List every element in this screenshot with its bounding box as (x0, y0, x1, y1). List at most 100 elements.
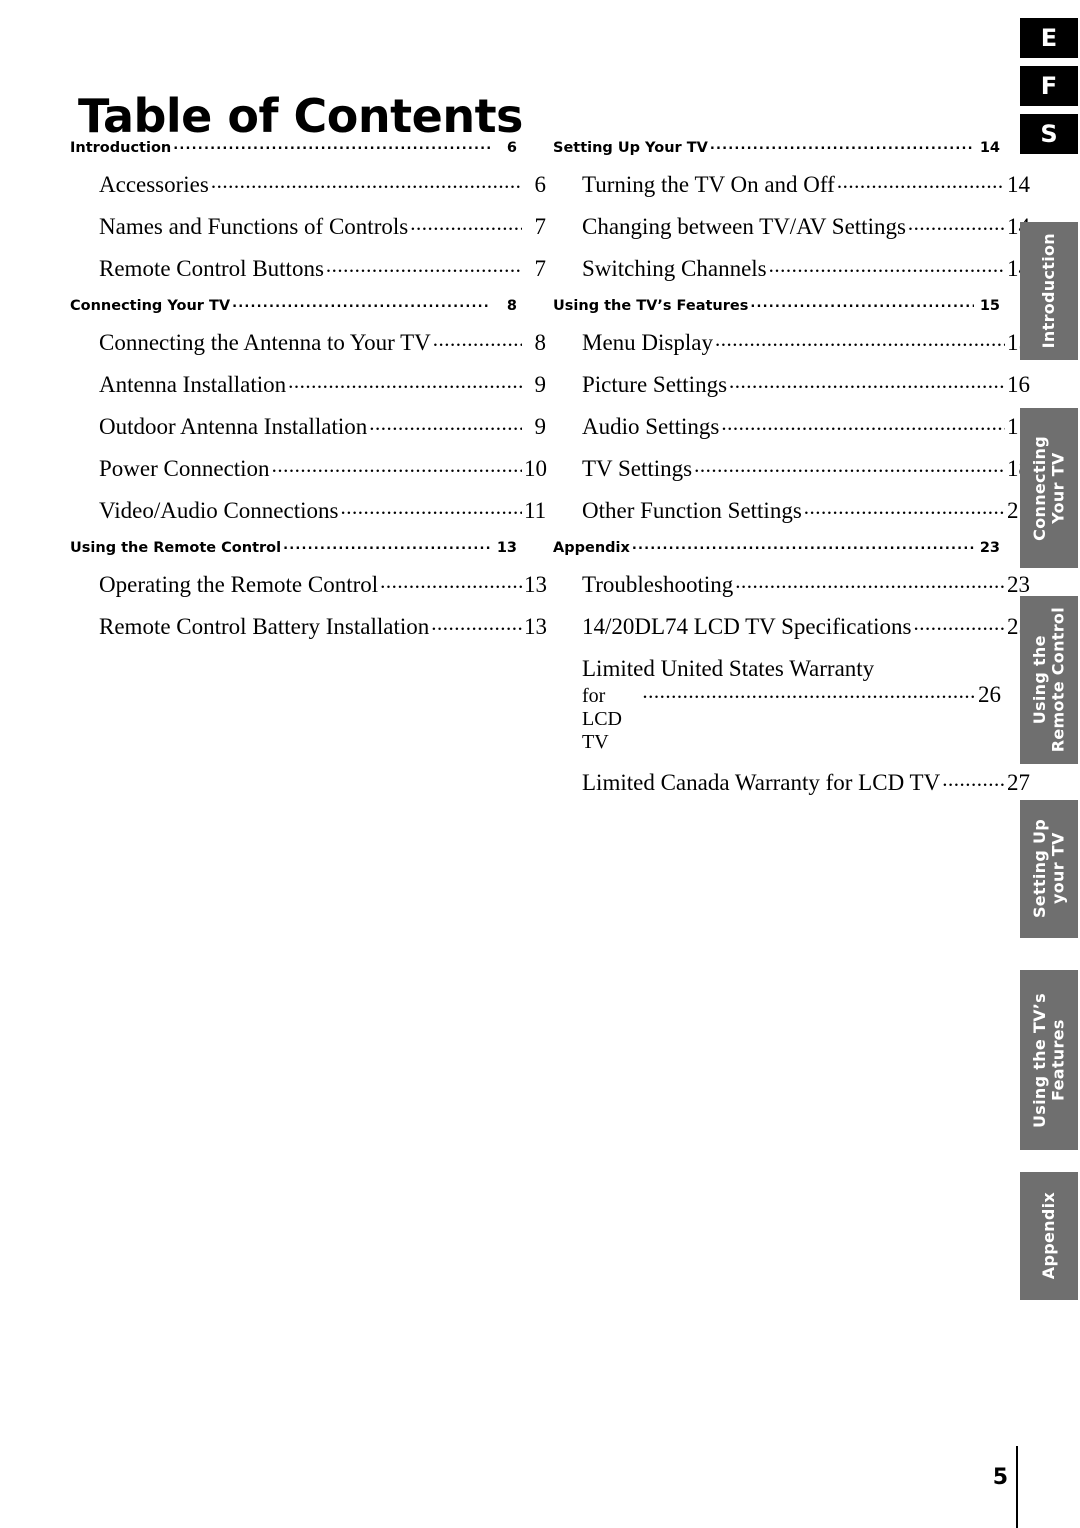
toc-leader-dots: ........................................… (836, 169, 1005, 193)
toc-entry-limited-canada-warranty[interactable]: Limited Canada Warranty for LCD TV .....… (553, 767, 1030, 796)
toc-entry-page: 8 (534, 330, 547, 355)
toc-entry-label: Other Function Settings (582, 498, 802, 523)
toc-leader-dots: ........................................… (694, 453, 1005, 477)
language-marker-e: E (1020, 18, 1078, 58)
edge-tab-using-the-tvs-features[interactable]: Using the TV’s Features (1020, 970, 1078, 1150)
toc-entry-limited-united-states-warranty[interactable]: Limited United States Warranty for LCD T… (553, 656, 1001, 754)
toc-entry-label: Troubleshooting (582, 572, 734, 597)
toc-leader-dots: ........................................… (288, 369, 522, 393)
toc-heading-appendix[interactable]: Appendix ...............................… (553, 538, 1000, 556)
toc-leader-dots: ........................................… (709, 138, 974, 153)
toc-entry-label: Video/Audio Connections (99, 498, 339, 523)
toc-leader-dots: ........................................… (380, 569, 522, 593)
toc-entry-label: Changing between TV/AV Settings (582, 214, 906, 239)
toc-heading-connecting-your-tv[interactable]: Connecting Your TV .....................… (70, 296, 517, 314)
toc-entry-page: 7 (534, 214, 547, 239)
toc-heading-setting-up-your-tv[interactable]: Setting Up Your TV .....................… (553, 138, 1000, 156)
toc-leader-dots: ........................................… (642, 679, 976, 703)
toc-column-right: Setting Up Your TV .....................… (553, 138, 1030, 796)
toc-leader-dots: ........................................… (283, 538, 491, 553)
toc-entry-video-audio-connections[interactable]: Video/Audio Connections ................… (70, 495, 547, 524)
toc-entry-page: 6 (506, 140, 517, 156)
toc-entry-label: Names and Functions of Controls (99, 214, 409, 239)
toc-entry-label: Connecting the Antenna to Your TV (99, 330, 431, 355)
toc-entry-label: Setting Up Your TV (553, 140, 708, 156)
edge-tab-using-the-remote-control[interactable]: Using the Remote Control (1020, 596, 1078, 764)
toc-entry-names-and-functions-of-controls[interactable]: Names and Functions of Controls ........… (70, 211, 547, 240)
toc-entry-page: 14 (979, 140, 1000, 156)
toc-entry-label: 14/20DL74 LCD TV Specifications (582, 614, 912, 639)
toc-leader-dots: ........................................… (907, 211, 1005, 235)
toc-heading-introduction[interactable]: Introduction ...........................… (70, 138, 517, 156)
toc-entry-menu-display[interactable]: Menu Display ...........................… (553, 327, 1030, 356)
toc-entry-lcd-tv-specifications[interactable]: 14/20DL74 LCD TV Specifications ........… (553, 611, 1030, 640)
toc-leader-dots: ........................................… (325, 253, 522, 277)
toc-entry-page: 6 (534, 172, 547, 197)
language-marker-f: F (1020, 66, 1078, 106)
toc-entry-switching-channels[interactable]: Switching Channels .....................… (553, 253, 1030, 282)
toc-leader-dots: ........................................… (340, 495, 522, 519)
toc-entry-label: TV Settings (582, 456, 693, 481)
toc-leader-dots: ........................................… (210, 169, 522, 193)
edge-tab-connecting-your-tv[interactable]: Connecting Your TV (1020, 408, 1078, 568)
toc-entry-accessories[interactable]: Accessories ............................… (70, 169, 547, 198)
toc-entry-page: 26 (978, 682, 1001, 707)
toc-leader-dots: ........................................… (271, 453, 522, 477)
toc-entry-label: Antenna Installation (99, 372, 287, 397)
toc-entry-power-connection[interactable]: Power Connection .......................… (70, 453, 547, 482)
toc-entry-page: 7 (534, 256, 547, 281)
toc-entry-remote-control-battery-installation[interactable]: Remote Control Battery Installation ....… (70, 611, 547, 640)
toc-leader-dots: ........................................… (913, 611, 1005, 635)
toc-entry-page: 13 (496, 540, 517, 556)
toc-entry-operating-the-remote-control[interactable]: Operating the Remote Control ...........… (70, 569, 547, 598)
edge-tab-rail: E F S Introduction Connecting Your TV Us… (1018, 0, 1080, 1528)
toc-entry-tv-settings[interactable]: TV Settings ............................… (553, 453, 1030, 482)
edge-tab-label: Using the Remote Control (1029, 607, 1067, 753)
toc-entry-page: 9 (534, 372, 547, 397)
toc-entry-label: Introduction (70, 140, 172, 156)
toc-leader-dots: ........................................… (768, 253, 1005, 277)
toc-entry-picture-settings[interactable]: Picture Settings .......................… (553, 369, 1030, 398)
toc-entry-changing-between-tv-av-settings[interactable]: Changing between TV/AV Settings ........… (553, 211, 1030, 240)
edge-tab-label: Introduction (1038, 233, 1058, 349)
toc-entry-antenna-installation[interactable]: Antenna Installation ...................… (70, 369, 547, 398)
toc-entry-label: Outdoor Antenna Installation (99, 414, 368, 439)
toc-leader-dots: ........................................… (173, 138, 491, 153)
toc-entry-outdoor-antenna-installation[interactable]: Outdoor Antenna Installation ...........… (70, 411, 546, 440)
toc-leader-dots: ........................................… (432, 327, 522, 351)
toc-entry-connecting-the-antenna-to-your-tv[interactable]: Connecting the Antenna to Your TV ......… (70, 327, 547, 356)
toc-entry-label: Appendix (553, 540, 630, 556)
toc-entry-remote-control-buttons[interactable]: Remote Control Buttons .................… (70, 253, 547, 282)
toc-leader-dots: ........................................… (750, 296, 974, 311)
toc-entry-audio-settings[interactable]: Audio Settings .........................… (553, 411, 1030, 440)
toc-leader-dots: ........................................… (714, 327, 1005, 351)
toc-heading-using-the-remote-control[interactable]: Using the Remote Control ...............… (70, 538, 517, 556)
toc-entry-label: Accessories (99, 172, 209, 197)
toc-leader-dots: ........................................… (232, 296, 491, 311)
edge-tab-introduction[interactable]: Introduction (1020, 222, 1078, 360)
page-number: 5 (992, 1465, 1008, 1490)
toc-leader-dots: ........................................… (942, 767, 1005, 791)
toc-entry-label: Power Connection (99, 456, 270, 481)
toc-entry-troubleshooting[interactable]: Troubleshooting ........................… (553, 569, 1030, 598)
edge-tab-setting-up-your-tv[interactable]: Setting Up your TV (1020, 800, 1078, 938)
edge-tab-appendix[interactable]: Appendix (1020, 1172, 1078, 1300)
toc-entry-label: Remote Control Battery Installation (99, 614, 430, 639)
toc-entry-label-line2: for LCD TV (582, 685, 622, 753)
table-of-contents: Introduction ...........................… (70, 138, 1030, 796)
toc-heading-using-the-tvs-features[interactable]: Using the TV’s Features ................… (553, 296, 1000, 314)
toc-entry-label: Picture Settings (582, 372, 728, 397)
toc-entry-label: Connecting Your TV (70, 298, 231, 314)
edge-tab-label: Connecting Your TV (1029, 435, 1067, 541)
toc-entry-page: 8 (506, 298, 517, 314)
toc-leader-dots: ........................................… (431, 611, 522, 635)
toc-entry-label: Switching Channels (582, 256, 767, 281)
toc-entry-label: Turning the TV On and Off (582, 172, 835, 197)
toc-entry-label: Operating the Remote Control (99, 572, 379, 597)
footer-rule (1016, 1446, 1018, 1528)
toc-entry-other-function-settings[interactable]: Other Function Settings ................… (553, 495, 1030, 524)
toc-entry-page: 11 (524, 498, 547, 523)
toc-entry-label: Audio Settings (582, 414, 720, 439)
toc-entry-turning-the-tv-on-and-off[interactable]: Turning the TV On and Off ..............… (553, 169, 1030, 198)
language-marker-s: S (1020, 114, 1078, 154)
